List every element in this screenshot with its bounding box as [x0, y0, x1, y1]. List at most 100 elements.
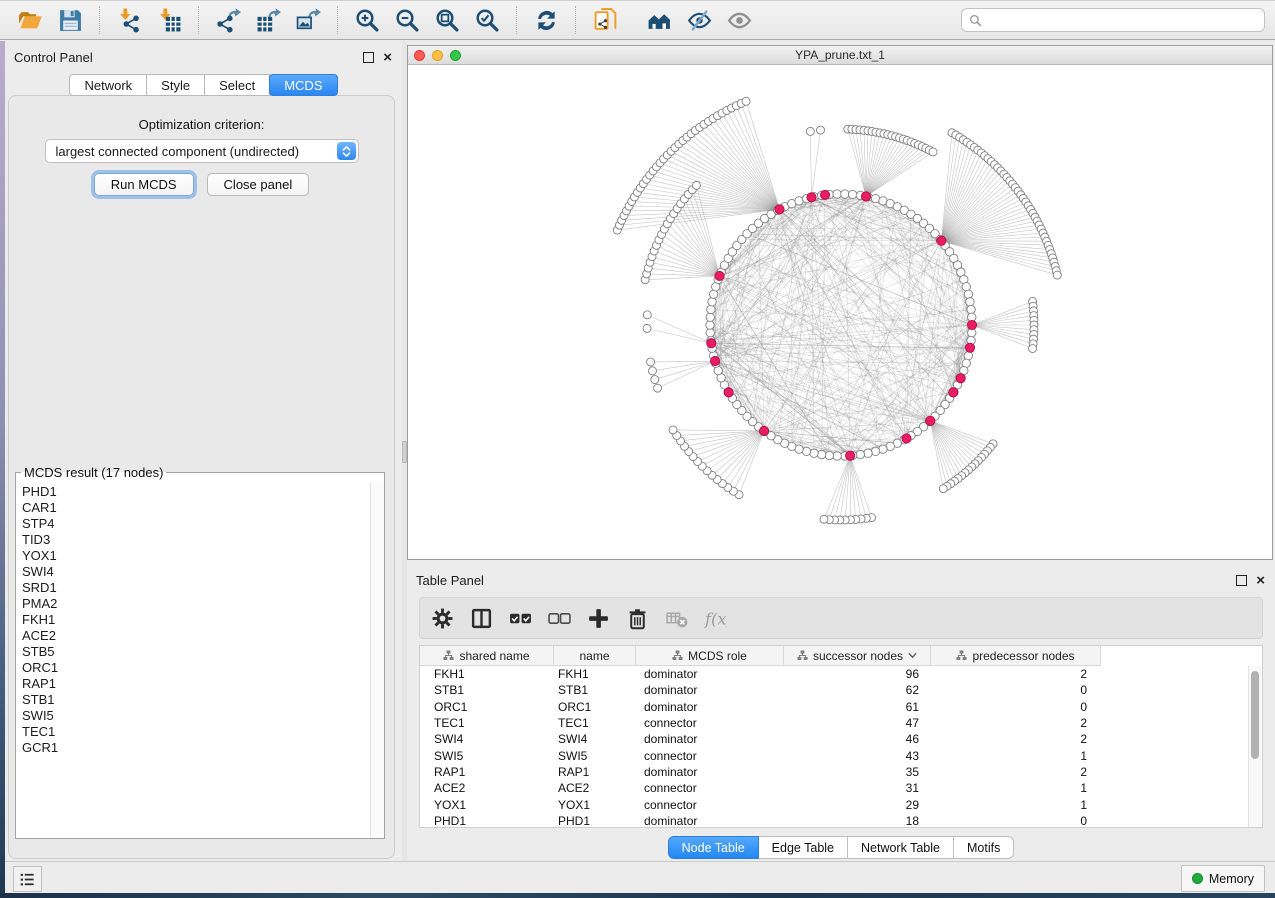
- table-row[interactable]: SWI4SWI4dominator462: [420, 731, 1262, 747]
- table-scrollbar[interactable]: [1248, 666, 1261, 827]
- tab-node-table[interactable]: Node Table: [668, 836, 759, 859]
- network-node[interactable]: [810, 449, 818, 457]
- leaf-node[interactable]: [654, 384, 662, 392]
- zoom-out-button[interactable]: [391, 5, 423, 35]
- leaf-node[interactable]: [647, 358, 655, 366]
- network-node[interactable]: [833, 452, 841, 460]
- hide-annotations-button[interactable]: [683, 5, 715, 35]
- mcds-result-item[interactable]: TID3: [16, 532, 371, 548]
- tab-edge-table[interactable]: Edge Table: [759, 836, 848, 859]
- tab-motifs[interactable]: Motifs: [954, 836, 1014, 859]
- mcds-node[interactable]: [956, 374, 965, 383]
- export-image-button[interactable]: [292, 5, 324, 35]
- mcds-node[interactable]: [807, 193, 816, 202]
- leaf-node[interactable]: [643, 311, 651, 319]
- mcds-node[interactable]: [902, 434, 911, 443]
- mcds-node[interactable]: [715, 271, 724, 280]
- mcds-node[interactable]: [707, 339, 716, 348]
- table-row[interactable]: ACE2ACE2connector311: [420, 780, 1262, 796]
- table-row[interactable]: SWI5SWI5connector431: [420, 747, 1262, 763]
- search-input[interactable]: [987, 12, 1257, 28]
- mcds-node[interactable]: [775, 205, 784, 214]
- network-node[interactable]: [708, 298, 716, 306]
- float-panel-icon[interactable]: [363, 52, 374, 63]
- zoom-fit-button[interactable]: [431, 5, 463, 35]
- leaf-node[interactable]: [939, 485, 947, 493]
- leaf-node[interactable]: [806, 127, 814, 135]
- mcds-node[interactable]: [861, 192, 870, 201]
- network-node[interactable]: [706, 329, 714, 337]
- network-node[interactable]: [817, 450, 825, 458]
- save-session-button[interactable]: [54, 5, 86, 35]
- network-node[interactable]: [964, 290, 972, 298]
- network-node[interactable]: [825, 451, 833, 459]
- network-canvas[interactable]: [408, 65, 1272, 560]
- leaf-node[interactable]: [651, 376, 659, 384]
- column-header-successor-nodes[interactable]: successor nodes: [784, 646, 931, 666]
- column-header-predecessor-nodes[interactable]: predecessor nodes: [931, 646, 1101, 666]
- close-panel-button[interactable]: Close panel: [207, 173, 310, 196]
- mcds-node[interactable]: [846, 451, 855, 460]
- table-row[interactable]: YOX1YOX1connector291: [420, 796, 1262, 812]
- network-node[interactable]: [871, 447, 879, 455]
- mcds-result-item[interactable]: PMA2: [16, 596, 371, 612]
- column-header-shared-name[interactable]: shared name: [420, 646, 554, 666]
- export-table-button[interactable]: [252, 5, 284, 35]
- mcds-result-item[interactable]: ORC1: [16, 660, 371, 676]
- network-node[interactable]: [841, 190, 849, 198]
- network-node[interactable]: [833, 190, 841, 198]
- export-network-button[interactable]: [212, 5, 244, 35]
- leaf-node[interactable]: [692, 181, 700, 189]
- mcds-result-item[interactable]: SRD1: [16, 580, 371, 596]
- show-graphics-details-button[interactable]: [643, 5, 675, 35]
- delete-column-button[interactable]: [625, 606, 649, 630]
- mcds-result-item[interactable]: ACE2: [16, 628, 371, 644]
- close-panel-icon[interactable]: ×: [383, 53, 392, 62]
- tab-style[interactable]: Style: [147, 74, 205, 96]
- table-row[interactable]: PHD1PHD1dominator180: [420, 813, 1262, 828]
- mcds-node[interactable]: [967, 320, 976, 329]
- leaf-node[interactable]: [1029, 345, 1037, 353]
- leaf-node[interactable]: [929, 148, 937, 156]
- leaf-node[interactable]: [820, 515, 828, 523]
- mcds-node[interactable]: [926, 416, 935, 425]
- mcds-result-item[interactable]: CAR1: [16, 500, 371, 516]
- toggle-split-view-button[interactable]: [469, 606, 493, 630]
- mcds-result-item[interactable]: SWI4: [16, 564, 371, 580]
- criterion-dropdown[interactable]: largest connected component (undirected): [45, 139, 359, 163]
- mcds-result-item[interactable]: YOX1: [16, 548, 371, 564]
- open-session-button[interactable]: [14, 5, 46, 35]
- leaf-node[interactable]: [1053, 271, 1061, 279]
- mcds-node[interactable]: [710, 357, 719, 366]
- mcds-result-item[interactable]: FKH1: [16, 612, 371, 628]
- zoom-selected-button[interactable]: [471, 5, 503, 35]
- column-header-MCDS-role[interactable]: MCDS role: [636, 646, 784, 666]
- search-box[interactable]: [961, 8, 1265, 32]
- zoom-in-button[interactable]: [351, 5, 383, 35]
- import-network-button[interactable]: [113, 5, 145, 35]
- import-table-button[interactable]: [153, 5, 185, 35]
- network-node[interactable]: [856, 450, 864, 458]
- mcds-result-item[interactable]: PHD1: [16, 484, 371, 500]
- mcds-result-item[interactable]: TEC1: [16, 724, 371, 740]
- network-node[interactable]: [706, 313, 714, 321]
- show-annotations-button[interactable]: [723, 5, 755, 35]
- unselect-all-columns-button[interactable]: [547, 606, 571, 630]
- mcds-node[interactable]: [965, 343, 974, 352]
- network-node[interactable]: [966, 298, 974, 306]
- mcds-result-item[interactable]: STP4: [16, 516, 371, 532]
- network-node[interactable]: [848, 190, 856, 198]
- mcds-result-item[interactable]: RAP1: [16, 676, 371, 692]
- share-document-button[interactable]: [589, 5, 621, 35]
- mcds-node[interactable]: [937, 236, 946, 245]
- leaf-node[interactable]: [817, 126, 825, 134]
- show-panels-button[interactable]: [13, 866, 42, 892]
- memory-button[interactable]: Memory: [1181, 865, 1265, 892]
- create-column-button[interactable]: [586, 606, 610, 630]
- network-node[interactable]: [967, 305, 975, 313]
- select-all-columns-button[interactable]: [508, 606, 532, 630]
- float-table-panel-icon[interactable]: [1236, 575, 1247, 586]
- mcds-result-item[interactable]: GCR1: [16, 740, 371, 756]
- mcds-node[interactable]: [724, 388, 733, 397]
- mcds-result-item[interactable]: SWI5: [16, 708, 371, 724]
